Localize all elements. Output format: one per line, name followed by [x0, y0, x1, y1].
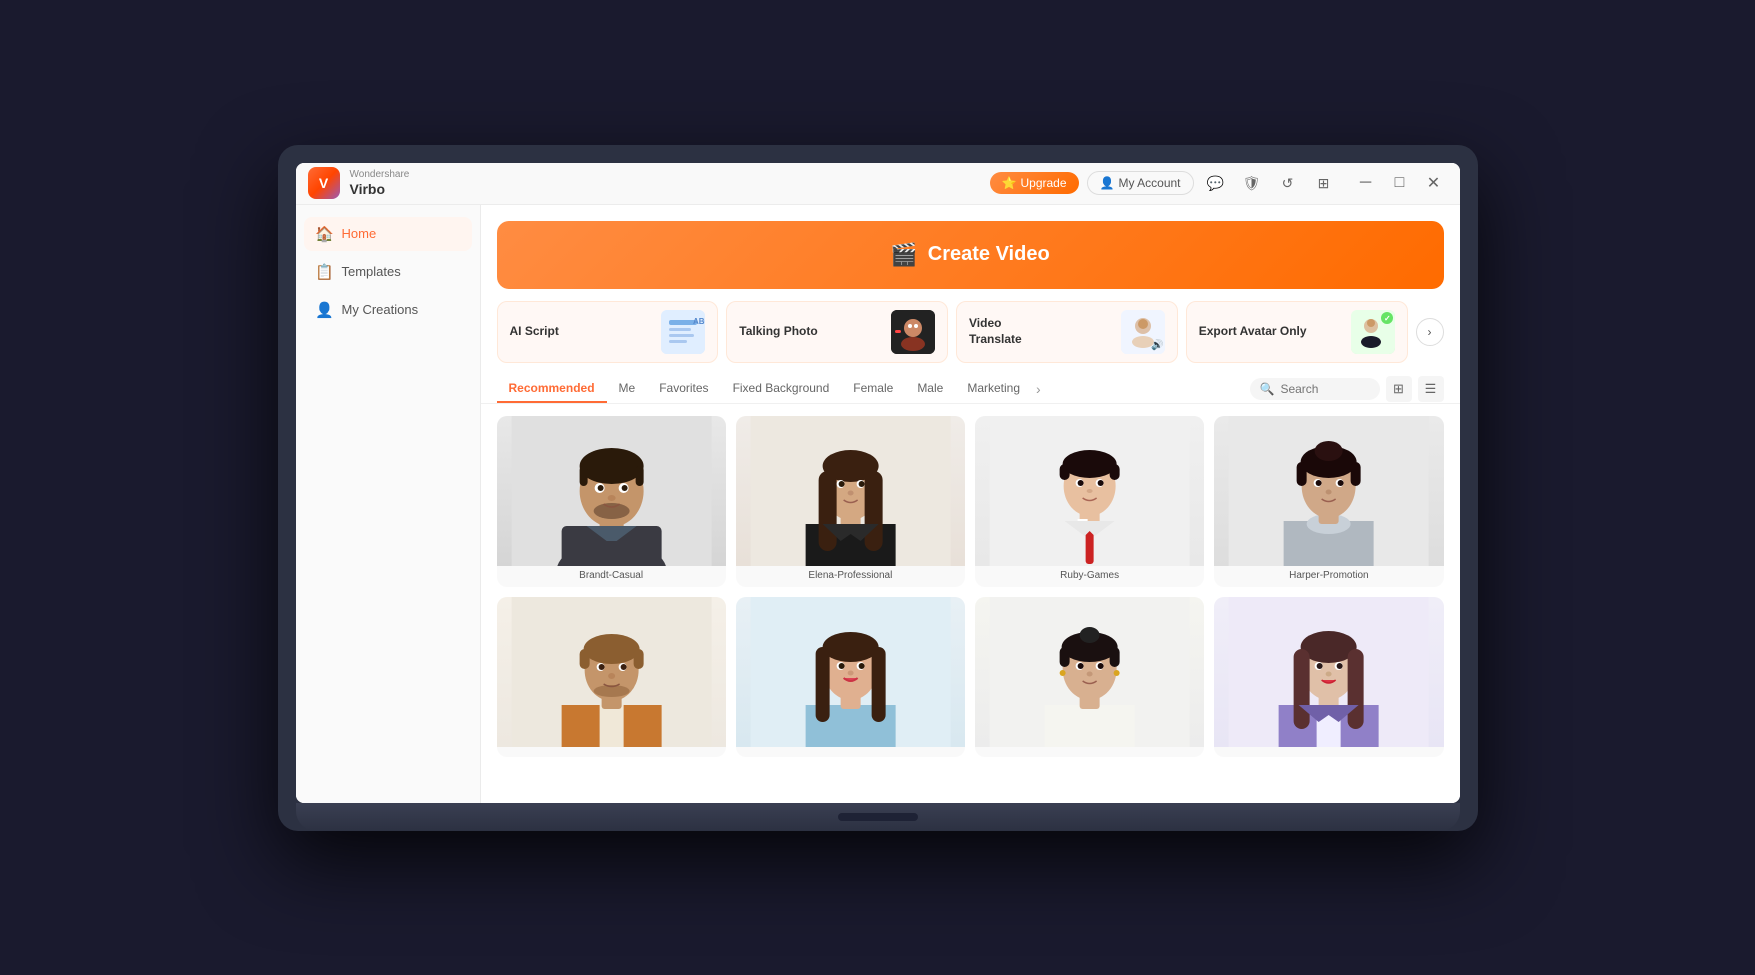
title-bar-actions: ⭐ Upgrade 👤 My Account 💬 🛡 ↺ ⊞ ─ □ ✕	[990, 169, 1448, 197]
ai-script-thumb: ABC	[661, 310, 705, 354]
refresh-icon-button[interactable]: ↺	[1274, 169, 1302, 197]
filter-tabs: Recommended Me Favorites Fixed Backgroun…	[481, 375, 1460, 404]
avatar-img-elena	[736, 416, 965, 566]
filter-tab-favorites[interactable]: Favorites	[647, 375, 720, 403]
upgrade-label: Upgrade	[1020, 176, 1066, 190]
sidebar-templates-label: Templates	[342, 264, 401, 279]
avatar-label-row2a	[497, 747, 726, 757]
avatar-img-row2d	[1214, 597, 1443, 747]
talking-photo-thumb	[891, 310, 935, 354]
avatar-card-row2c[interactable]	[975, 597, 1204, 757]
video-translate-thumb: 🔊	[1121, 310, 1165, 354]
export-avatar-thumb: ✓	[1351, 310, 1395, 354]
create-video-icon: 🎬	[890, 242, 917, 268]
filter-more-button[interactable]: ›	[1032, 375, 1045, 403]
sidebar-item-my-creations[interactable]: 👤 My Creations	[304, 293, 472, 327]
talking-photo-label: Talking Photo	[739, 324, 817, 340]
avatar-grid: Brandt-Casual	[481, 412, 1460, 773]
create-video-label: Create Video	[928, 243, 1050, 266]
app-name: Virbo	[350, 181, 410, 198]
filter-tab-fixed-background[interactable]: Fixed Background	[721, 375, 842, 403]
avatar-img-brandt	[497, 416, 726, 566]
app-identity: V Wondershare Virbo	[308, 167, 410, 199]
video-translate-label: VideoTranslate	[969, 316, 1022, 347]
filter-tab-recommended[interactable]: Recommended	[497, 375, 607, 403]
close-button[interactable]: ✕	[1420, 169, 1448, 197]
filter-tab-me[interactable]: Me	[607, 375, 648, 403]
view-toggle-grid-button[interactable]: ⊞	[1386, 376, 1412, 402]
export-avatar-label: Export Avatar Only	[1199, 324, 1307, 340]
feature-cards-row: AI Script ABC	[481, 301, 1460, 375]
avatar-card-harper[interactable]: Harper-Promotion	[1214, 416, 1443, 587]
view-toggle-list-button[interactable]: ☰	[1418, 376, 1444, 402]
avatar-card-brandt[interactable]: Brandt-Casual	[497, 416, 726, 587]
minimize-button[interactable]: ─	[1352, 169, 1380, 197]
create-video-banner[interactable]: 🎬 Create Video	[497, 221, 1444, 289]
upgrade-button[interactable]: ⭐ Upgrade	[990, 172, 1079, 194]
carousel-arrow-icon: ›	[1428, 325, 1432, 339]
sidebar-item-templates[interactable]: 📋 Templates	[304, 255, 472, 289]
avatar-card-elena[interactable]: Elena-Professional	[736, 416, 965, 587]
app-window: V Wondershare Virbo ⭐ Upgrade 👤 My Accou…	[296, 163, 1460, 803]
sidebar: 🏠 Home 📋 Templates 👤 My Creations	[296, 205, 481, 803]
app-brand: Wondershare	[350, 169, 410, 181]
filter-tab-male[interactable]: Male	[905, 375, 955, 403]
avatar-img-row2b	[736, 597, 965, 747]
maximize-button[interactable]: □	[1386, 169, 1414, 197]
feature-card-ai-script[interactable]: AI Script ABC	[497, 301, 719, 363]
templates-icon: 📋	[316, 263, 334, 281]
feature-card-video-translate[interactable]: VideoTranslate 🔊	[956, 301, 1178, 363]
avatar-label-row2d	[1214, 747, 1443, 757]
laptop-base	[296, 803, 1460, 831]
home-icon: 🏠	[316, 225, 334, 243]
ai-script-label: AI Script	[510, 324, 559, 340]
svg-text:🔊: 🔊	[1151, 338, 1163, 351]
laptop-frame: V Wondershare Virbo ⭐ Upgrade 👤 My Accou…	[278, 145, 1478, 831]
avatar-img-row2a	[497, 597, 726, 747]
filter-tab-female[interactable]: Female	[841, 375, 905, 403]
shield-icon-button[interactable]: 🛡	[1238, 169, 1266, 197]
window-controls: ─ □ ✕	[1352, 169, 1448, 197]
avatar-label-brandt: Brandt-Casual	[497, 566, 726, 587]
search-icon: 🔍	[1260, 382, 1275, 396]
avatar-card-ruby[interactable]: Ruby-Games	[975, 416, 1204, 587]
app-title-text: Wondershare Virbo	[350, 169, 410, 198]
upgrade-star-icon: ⭐	[1002, 176, 1017, 190]
avatar-card-row2b[interactable]	[736, 597, 965, 757]
sidebar-home-label: Home	[342, 226, 377, 241]
search-box: 🔍	[1250, 378, 1380, 400]
account-icon: 👤	[1100, 176, 1115, 190]
svg-text:ABC: ABC	[693, 317, 705, 326]
feature-card-talking-photo[interactable]: Talking Photo	[726, 301, 948, 363]
my-account-button[interactable]: 👤 My Account	[1087, 171, 1194, 195]
avatar-label-row2b	[736, 747, 965, 757]
avatar-label-row2c	[975, 747, 1204, 757]
carousel-next-button[interactable]: ›	[1416, 318, 1444, 346]
grid-icon-button[interactable]: ⊞	[1310, 169, 1338, 197]
avatar-label-ruby: Ruby-Games	[975, 566, 1204, 587]
feature-card-export-avatar[interactable]: Export Avatar Only ✓	[1186, 301, 1408, 363]
avatar-label-elena: Elena-Professional	[736, 566, 965, 587]
app-logo: V	[308, 167, 340, 199]
sidebar-my-creations-label: My Creations	[342, 302, 419, 317]
avatar-img-row2c	[975, 597, 1204, 747]
avatar-card-row2d[interactable]	[1214, 597, 1443, 757]
search-area: 🔍 ⊞ ☰	[1250, 376, 1444, 402]
my-account-label: My Account	[1118, 176, 1180, 190]
avatar-img-harper	[1214, 416, 1443, 566]
main-layout: 🏠 Home 📋 Templates 👤 My Creations 🎬 Crea	[296, 205, 1460, 803]
search-input[interactable]	[1280, 382, 1369, 396]
title-bar: V Wondershare Virbo ⭐ Upgrade 👤 My Accou…	[296, 163, 1460, 205]
svg-text:✓: ✓	[1384, 314, 1391, 323]
filter-tab-marketing[interactable]: Marketing	[955, 375, 1032, 403]
laptop-notch	[838, 813, 918, 821]
main-content: 🎬 Create Video AI Script	[481, 205, 1460, 803]
chat-icon-button[interactable]: 💬	[1202, 169, 1230, 197]
avatar-label-harper: Harper-Promotion	[1214, 566, 1443, 587]
sidebar-item-home[interactable]: 🏠 Home	[304, 217, 472, 251]
my-creations-icon: 👤	[316, 301, 334, 319]
avatar-img-ruby	[975, 416, 1204, 566]
avatar-card-row2a[interactable]	[497, 597, 726, 757]
